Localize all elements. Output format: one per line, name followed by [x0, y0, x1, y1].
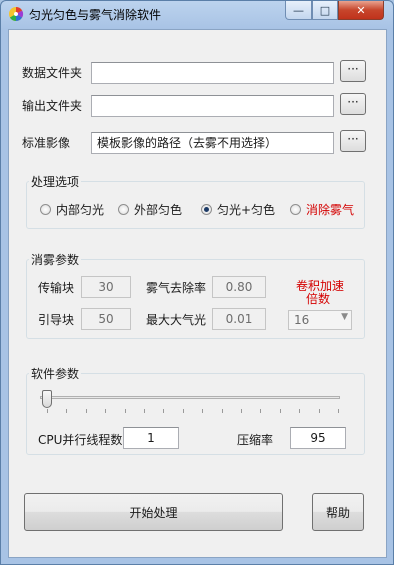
cpu-threads-label: CPU并行线程数 — [38, 433, 123, 447]
radio-label: 内部匀光 — [56, 203, 105, 217]
close-icon: ✕ — [356, 3, 366, 17]
guide-block-input[interactable]: 50 — [81, 308, 131, 330]
slider-thumb[interactable] — [42, 390, 52, 408]
slider-tick — [202, 409, 204, 413]
maximize-button[interactable]: □ — [312, 1, 338, 20]
output-folder-browse-button[interactable]: ··· — [340, 93, 366, 115]
slider-tick — [144, 409, 145, 413]
output-folder-label: 输出文件夹 — [22, 99, 83, 113]
close-button[interactable]: ✕ — [338, 1, 384, 20]
slider-tick — [241, 409, 242, 413]
radio-internal-dodging[interactable]: 内部匀光 — [40, 201, 104, 218]
help-button[interactable]: 帮助 — [312, 493, 364, 531]
slider-track — [40, 396, 340, 399]
processing-options-title: 处理选项 — [29, 173, 82, 190]
minimize-icon: — — [293, 3, 304, 17]
slider-tick — [163, 409, 165, 413]
slider-tick — [66, 409, 68, 413]
standard-image-browse-button[interactable]: ··· — [340, 130, 366, 152]
minimize-button[interactable]: — — [285, 1, 312, 20]
radio-label: 匀光+匀色 — [217, 203, 276, 217]
radio-label: 消除雾气 — [306, 203, 355, 217]
standard-image-label: 标准影像 — [22, 136, 71, 150]
conv-accel-value: 16 — [294, 313, 310, 327]
max-atmospheric-light-input[interactable]: 0.01 — [212, 308, 266, 330]
haze-removal-label: 雾气去除率 — [146, 281, 207, 295]
slider-tick — [182, 409, 184, 413]
output-folder-input[interactable] — [91, 95, 334, 117]
data-folder-label: 数据文件夹 — [22, 66, 83, 80]
slider-tick — [318, 409, 320, 413]
haze-removal-input[interactable]: 0.80 — [212, 276, 266, 298]
slider-tick — [105, 409, 107, 413]
transfer-block-input[interactable]: 30 — [81, 276, 131, 298]
slider-tick — [260, 409, 262, 413]
compression-label: 压缩率 — [237, 433, 274, 447]
window-title: 匀光匀色与雾气消除软件 — [29, 8, 162, 22]
conv-accel-select[interactable]: 16 ▼ — [288, 310, 352, 330]
slider-tick — [338, 409, 339, 413]
radio-circle-icon — [290, 204, 301, 215]
data-folder-browse-button[interactable]: ··· — [340, 60, 366, 82]
color-wheel-icon — [9, 6, 24, 22]
start-processing-button[interactable]: 开始处理 — [24, 493, 283, 531]
chevron-down-icon: ▼ — [341, 312, 348, 322]
radio-circle-icon — [40, 204, 51, 215]
slider-tick — [279, 409, 281, 413]
slider-tick — [47, 409, 48, 413]
radio-external-color-balance[interactable]: 外部匀色 — [118, 201, 182, 218]
max-atmospheric-light-label: 最大大气光 — [146, 313, 207, 327]
maximize-icon: □ — [319, 3, 331, 17]
slider-tick — [221, 409, 223, 413]
radio-checked-icon — [201, 204, 212, 215]
radio-dehaze[interactable]: 消除雾气 — [290, 201, 354, 218]
slider-tick — [299, 409, 301, 413]
radio-label: 外部匀色 — [134, 203, 183, 217]
data-folder-input[interactable] — [91, 62, 334, 84]
compression-input[interactable]: 95 — [290, 427, 346, 449]
standard-image-input[interactable]: 模板影像的路径（去雾不用选择） — [91, 132, 334, 154]
guide-block-label: 引导块 — [38, 313, 75, 327]
slider-tick — [124, 409, 126, 413]
cpu-threads-input[interactable]: 1 — [123, 427, 179, 449]
help-label: 帮助 — [325, 505, 350, 520]
radio-circle-icon — [118, 204, 129, 215]
radio-dodging-plus-color[interactable]: 匀光+匀色 — [201, 201, 275, 218]
slider-tick — [85, 409, 87, 413]
start-processing-label: 开始处理 — [129, 505, 178, 520]
conv-accel-label-line2: 倍数 — [306, 292, 331, 306]
transfer-block-label: 传输块 — [38, 281, 75, 295]
software-params-title: 软件参数 — [29, 365, 82, 382]
dehaze-params-title: 消雾参数 — [29, 251, 82, 268]
